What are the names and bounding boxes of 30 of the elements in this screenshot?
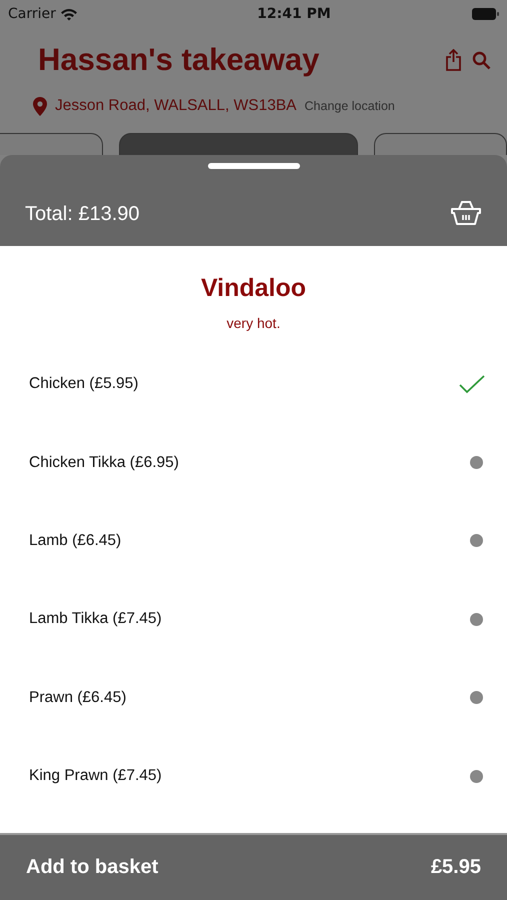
add-to-basket-button[interactable]: Add to basket £5.95: [0, 833, 507, 900]
price-label: £5.95: [430, 856, 481, 879]
clock-time: 12:41 PM: [257, 6, 331, 22]
dish-description: very hot.: [226, 315, 280, 331]
basket-icon[interactable]: [450, 200, 482, 226]
address-text: Jesson Road, WALSALL, WS13BA: [55, 97, 297, 115]
option-label: Lamb (£6.45): [29, 532, 122, 550]
category-tab[interactable]: [374, 133, 507, 155]
option-label: Lamb Tikka (£7.45): [29, 610, 162, 628]
carrier-label: Carrier: [8, 6, 56, 22]
option-row[interactable]: Lamb Tikka (£7.45): [0, 580, 507, 659]
option-row[interactable]: Chicken (£5.95): [0, 345, 507, 424]
option-label: Prawn (£6.45): [29, 688, 126, 707]
option-row[interactable]: Lamb (£6.45): [0, 502, 507, 580]
option-row[interactable]: King Prawn (£7.45): [0, 736, 507, 816]
option-row[interactable]: Prawn (£6.45): [0, 658, 507, 737]
wifi-icon: [60, 8, 78, 20]
battery-icon: [472, 8, 499, 20]
location-pin-icon: [33, 96, 47, 116]
option-label: Chicken (£5.95): [29, 375, 138, 394]
option-label: Chicken Tikka (£6.95): [29, 454, 179, 472]
option-row[interactable]: Chicken Tikka (£6.95): [0, 423, 507, 502]
category-tab[interactable]: [0, 133, 104, 155]
drag-handle[interactable]: [208, 163, 300, 169]
dish-name: Vindaloo: [200, 274, 306, 303]
restaurant-title: Hassan's takeaway: [38, 42, 320, 78]
option-label: King Prawn (£7.45): [29, 767, 162, 786]
share-icon[interactable]: [445, 49, 462, 71]
total-label: Total: £13.90: [25, 203, 140, 226]
search-icon[interactable]: [472, 50, 491, 70]
